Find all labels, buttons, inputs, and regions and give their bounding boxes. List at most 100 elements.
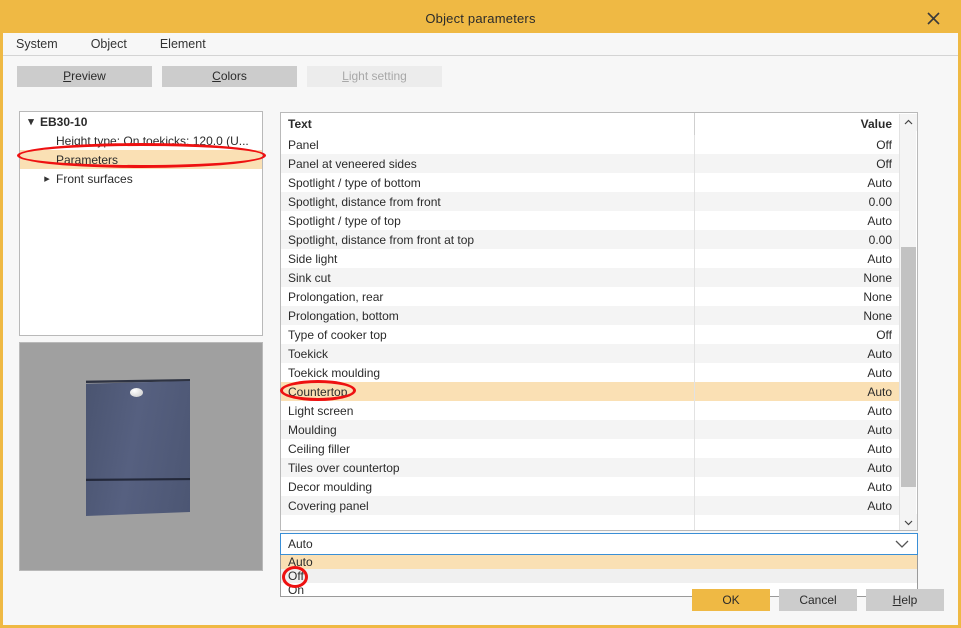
table-row[interactable]: Light screenAuto — [281, 401, 901, 420]
cabinet-model — [86, 378, 194, 516]
table-cell-value: Auto — [695, 211, 901, 230]
table-cell-text: Decor moulding — [281, 477, 695, 496]
table-row[interactable]: Prolongation, bottomNone — [281, 306, 901, 325]
table-cell-text: Prolongation, rear — [281, 287, 695, 306]
table-row[interactable]: Type of cooker topOff — [281, 325, 901, 344]
table-row[interactable]: Panel at veneered sidesOff — [281, 154, 901, 173]
table-row[interactable]: Tiles over countertopAuto — [281, 458, 901, 477]
combobox-field[interactable]: Auto — [280, 533, 918, 555]
column-header-value: Value — [695, 113, 901, 135]
menu-item-element[interactable]: Element — [160, 37, 206, 51]
table-cell-value: Auto — [695, 477, 901, 496]
table-row[interactable]: CountertopAuto — [281, 382, 901, 401]
close-icon[interactable] — [916, 3, 950, 33]
light-setting-button-label: Light setting — [342, 69, 407, 83]
chevron-up-icon[interactable] — [900, 114, 917, 131]
table-cell-text: Spotlight, distance from front at top — [281, 230, 695, 249]
table-row[interactable]: ToekickAuto — [281, 344, 901, 363]
tree-item-label: EB30-10 — [40, 115, 87, 129]
colors-button[interactable]: Colors — [162, 66, 297, 87]
cabinet-front-panel — [86, 381, 190, 516]
ok-button[interactable]: OK — [692, 589, 770, 611]
menu-item-system[interactable]: System — [16, 37, 58, 51]
table-row[interactable]: Spotlight, distance from front0.00 — [281, 192, 901, 211]
parameter-table: Text Value PanelOffPanel at veneered sid… — [280, 112, 918, 531]
table-row[interactable]: Prolongation, rearNone — [281, 287, 901, 306]
table-cell-value: Auto — [695, 249, 901, 268]
chevron-down-icon[interactable] — [900, 514, 917, 531]
column-header-text: Text — [281, 113, 695, 135]
tree-item-front-surfaces[interactable]: ▸ Front surfaces — [20, 169, 262, 188]
tree-item-parameters[interactable]: Parameters — [20, 150, 262, 169]
preview-button-label: Preview — [63, 69, 106, 83]
table-cell-text: Panel — [281, 135, 695, 154]
table-row[interactable] — [281, 515, 901, 530]
title-bar: Object parameters — [3, 3, 958, 33]
chevron-down-icon[interactable] — [895, 538, 909, 552]
tree-item-eb30-10[interactable]: ▾ EB30-10 — [20, 112, 262, 131]
table-cell-value: None — [695, 287, 901, 306]
ok-button-label: OK — [722, 593, 739, 607]
table-cell-value — [695, 515, 901, 530]
table-row[interactable]: Ceiling fillerAuto — [281, 439, 901, 458]
table-cell-value: Off — [695, 135, 901, 154]
table-header-row: Text Value — [281, 113, 901, 135]
table-row[interactable]: Spotlight / type of bottomAuto — [281, 173, 901, 192]
table-cell-value: Auto — [695, 458, 901, 477]
table-cell-value: 0.00 — [695, 192, 901, 211]
table-cell-text — [281, 515, 695, 530]
table-cell-text: Tiles over countertop — [281, 458, 695, 477]
table-row[interactable]: Spotlight, distance from front at top0.0… — [281, 230, 901, 249]
table-cell-text: Moulding — [281, 420, 695, 439]
tree-item-label: Front surfaces — [56, 172, 133, 186]
table-scrollbar[interactable] — [899, 114, 916, 531]
table-row[interactable]: Side lightAuto — [281, 249, 901, 268]
table-row[interactable]: Spotlight / type of topAuto — [281, 211, 901, 230]
table-cell-value: Auto — [695, 401, 901, 420]
table-cell-text: Countertop — [281, 382, 695, 401]
table-row[interactable]: Toekick mouldingAuto — [281, 363, 901, 382]
table-cell-value: Auto — [695, 420, 901, 439]
table-cell-text: Prolongation, bottom — [281, 306, 695, 325]
chevron-down-icon[interactable]: ▾ — [24, 115, 38, 128]
chevron-right-icon[interactable]: ▸ — [40, 172, 54, 185]
table-cell-value: Auto — [695, 439, 901, 458]
preview-button[interactable]: Preview — [17, 66, 152, 87]
table-cell-text: Type of cooker top — [281, 325, 695, 344]
help-button[interactable]: Help — [866, 589, 944, 611]
table-cell-text: Covering panel — [281, 496, 695, 515]
cancel-button[interactable]: Cancel — [779, 589, 857, 611]
cabinet-3d-preview[interactable] — [19, 342, 263, 571]
cabinet-knob — [130, 388, 143, 397]
table-cell-text: Spotlight, distance from front — [281, 192, 695, 211]
object-tree[interactable]: ▾ EB30-10 Height type: On toekicks: 120.… — [19, 111, 263, 336]
table-row[interactable]: Decor mouldingAuto — [281, 477, 901, 496]
table-cell-text: Side light — [281, 249, 695, 268]
scrollbar-thumb[interactable] — [901, 247, 916, 487]
table-cell-value: Auto — [695, 173, 901, 192]
table-row[interactable]: Covering panelAuto — [281, 496, 901, 515]
colors-button-label: Colors — [212, 69, 247, 83]
table-row[interactable]: MouldingAuto — [281, 420, 901, 439]
parameter-table-body: Text Value PanelOffPanel at veneered sid… — [281, 113, 901, 530]
combobox-option-off[interactable]: Off — [281, 569, 917, 583]
table-row[interactable]: PanelOff — [281, 135, 901, 154]
value-combobox[interactable]: Auto Auto Off On — [280, 533, 918, 597]
light-setting-button: Light setting — [307, 66, 442, 87]
menu-bar: System Object Element — [3, 33, 958, 56]
table-cell-text: Ceiling filler — [281, 439, 695, 458]
menu-item-object[interactable]: Object — [91, 37, 127, 51]
tree-item-height-type[interactable]: Height type: On toekicks: 120.0 (U... — [20, 131, 262, 150]
combobox-selected-value: Auto — [288, 537, 313, 551]
table-cell-text: Spotlight / type of top — [281, 211, 695, 230]
table-cell-text: Panel at veneered sides — [281, 154, 695, 173]
object-parameters-dialog: Object parameters System Object Element … — [0, 0, 961, 628]
table-cell-value: Auto — [695, 363, 901, 382]
table-row[interactable]: Sink cutNone — [281, 268, 901, 287]
help-button-label: Help — [893, 593, 918, 607]
dialog-footer: OK Cancel Help — [3, 589, 958, 613]
table-cell-text: Toekick — [281, 344, 695, 363]
combobox-option-auto[interactable]: Auto — [281, 555, 917, 569]
tree-item-label: Height type: On toekicks: 120.0 (U... — [56, 134, 249, 148]
window-title: Object parameters — [425, 11, 535, 26]
